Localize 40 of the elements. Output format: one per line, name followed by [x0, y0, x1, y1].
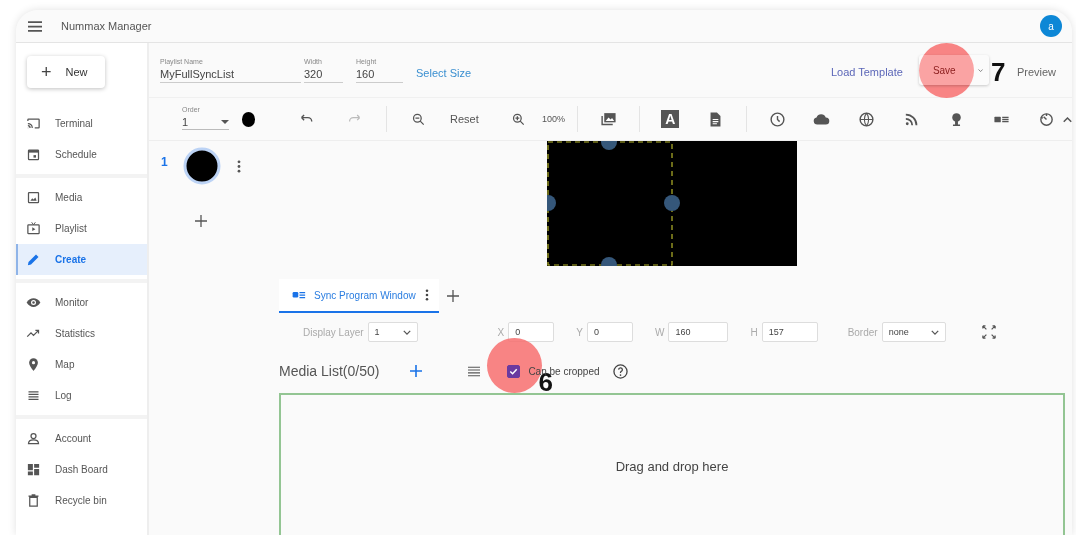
- sidebar-item[interactable]: Create: [16, 244, 147, 275]
- sidebar-item[interactable]: Media: [16, 182, 147, 213]
- media-list-title: Media List(0/50): [279, 363, 380, 379]
- save-button[interactable]: Save: [918, 55, 989, 85]
- sidebar-item[interactable]: Log: [16, 380, 147, 411]
- x-label: X: [497, 326, 505, 338]
- avatar[interactable]: a: [1040, 15, 1062, 37]
- sidebar-item[interactable]: Playlist: [16, 213, 147, 244]
- select-size-link[interactable]: Select Size: [416, 67, 472, 79]
- display-layer-select[interactable]: 1: [367, 322, 418, 342]
- sidebar-item[interactable]: Monitor: [16, 287, 147, 318]
- h-label: H: [750, 326, 758, 338]
- y-label: Y: [576, 326, 583, 338]
- sidebar-item[interactable]: Dash Board: [16, 454, 147, 485]
- x-field[interactable]: 0: [508, 322, 555, 342]
- callout-number: 7: [990, 59, 1006, 85]
- new-button[interactable]: + New: [27, 56, 105, 88]
- border-select[interactable]: none: [881, 322, 946, 342]
- sidebar-item[interactable]: Terminal: [16, 108, 147, 139]
- program-number: 1: [161, 155, 169, 169]
- border-label: Border: [847, 326, 878, 338]
- reset-button[interactable]: Reset: [441, 113, 495, 125]
- sidebar-item[interactable]: Map: [16, 349, 147, 380]
- drop-zone[interactable]: Drag and drop here: [279, 393, 1065, 535]
- app-title: Nummax Manager: [61, 20, 152, 32]
- sidebar-item[interactable]: Account: [16, 423, 147, 454]
- text-tool-button[interactable]: A: [661, 110, 680, 128]
- sidebar-item[interactable]: Recycle bin: [16, 485, 147, 516]
- height-field[interactable]: 157: [761, 322, 818, 342]
- w-label: W: [654, 326, 665, 338]
- zoom-level: 100%: [542, 114, 566, 124]
- display-layer-label: Display Layer: [303, 326, 364, 338]
- window-tab[interactable]: Sync Program Window: [279, 279, 439, 313]
- width-field[interactable]: 160: [668, 322, 729, 342]
- drop-zone-text: Drag and drop here: [615, 459, 729, 475]
- sidebar-item[interactable]: Schedule: [16, 139, 147, 170]
- load-template-link[interactable]: Load Template: [830, 66, 903, 78]
- y-field[interactable]: 0: [586, 322, 633, 342]
- preview-link[interactable]: Preview: [1016, 66, 1056, 78]
- sidebar-item[interactable]: Statistics: [16, 318, 147, 349]
